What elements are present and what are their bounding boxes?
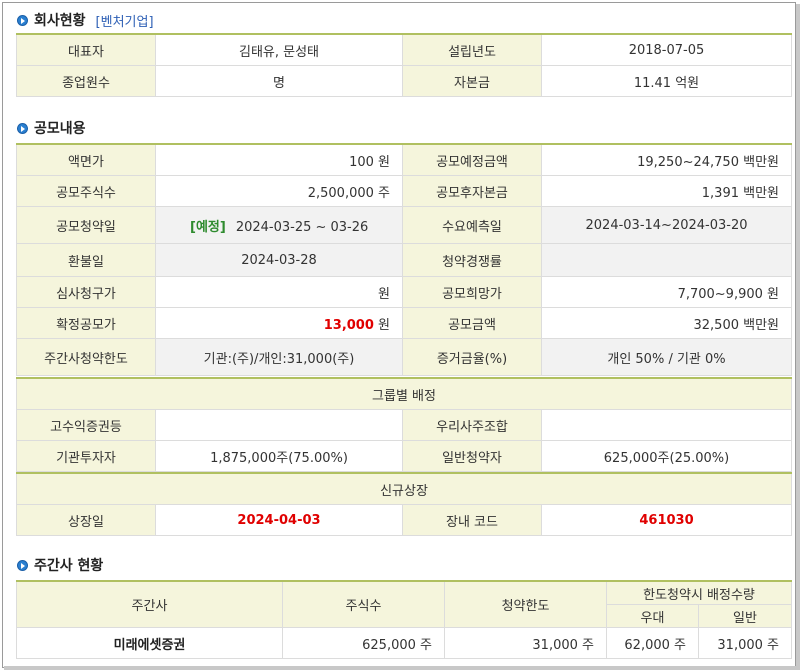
listing-date-value: 2024-04-03 — [155, 504, 403, 536]
retail-value: 625,000주(25.00%) — [541, 440, 792, 472]
subscription-date-value: [예정] 2024-03-25 ~ 03-26 — [155, 206, 403, 244]
amount-value: 32,500 백만원 — [541, 307, 792, 339]
table-row: 심사청구가 원 공모희망가 7,700~9,900 원 — [16, 276, 792, 308]
refund-date-label: 환불일 — [16, 243, 156, 277]
ceo-value: 김태유, 문성태 — [155, 33, 403, 66]
listing-date-label: 상장일 — [16, 504, 156, 536]
founded-label: 설립년도 — [402, 33, 542, 66]
retail-label: 일반청약자 — [402, 440, 542, 472]
employees-label: 종업원수 — [16, 65, 156, 97]
stock-code-value: 461030 — [540, 504, 793, 536]
planned-amount-label: 공모예정금액 — [402, 143, 542, 176]
underwriter-general: 31,000 주 — [698, 627, 792, 659]
scheduled-tag: [예정] — [190, 219, 226, 235]
underwriter-preferred: 62,000 주 — [606, 627, 699, 659]
capital-label: 자본금 — [402, 65, 542, 97]
frame-shadow — [796, 4, 800, 670]
table-row: 주간사청약한도 기관:(주)/개인:31,000(주) 증거금율(%) 개인 5… — [16, 338, 792, 376]
bullet-icon — [17, 14, 28, 26]
group-allocation-table: 그룹별 배정 고수익증권등 우리사주조합 기관투자자 1,875,000주(75… — [16, 377, 792, 472]
competition-value — [541, 243, 792, 277]
institution-value: 1,875,000주(75.00%) — [155, 440, 403, 472]
col-allocation: 한도청약시 배정수량 — [606, 580, 792, 605]
underwriter-table: 주간사 주식수 청약한도 한도청약시 배정수량 우대 일반 미래에셋증권 625… — [16, 580, 792, 659]
listing-title: 신규상장 — [15, 472, 793, 505]
col-limit: 청약한도 — [444, 580, 607, 628]
table-row: 주간사 주식수 청약한도 한도청약시 배정수량 — [16, 580, 792, 628]
stock-code-label: 장내 코드 — [402, 504, 542, 536]
subscription-date-label: 공모청약일 — [16, 206, 156, 244]
esop-value — [541, 409, 792, 441]
capital-value: 11.41 억원 — [541, 65, 792, 97]
table-row: 환불일 2024-03-28 청약경쟁률 — [16, 243, 792, 277]
margin-value: 개인 50% / 기관 0% — [541, 338, 792, 376]
limit-label: 주간사청약한도 — [16, 338, 156, 376]
final-price-label: 확정공모가 — [16, 307, 156, 339]
table-row: 액면가 100 원 공모예정금액 19,250~24,750 백만원 — [16, 143, 792, 176]
hope-price-label: 공모희망가 — [402, 276, 542, 308]
table-row: 공모청약일 [예정] 2024-03-25 ~ 03-26 수요예측일 2024-… — [16, 206, 792, 244]
institution-label: 기관투자자 — [16, 440, 156, 472]
frame-shadow — [4, 666, 800, 670]
esop-label: 우리사주조합 — [402, 409, 542, 441]
table-row: 종업원수 명 자본금 11.41 억원 — [16, 65, 792, 97]
high-yield-value — [155, 409, 403, 441]
shares-value: 2,500,000 주 — [155, 175, 403, 207]
competition-label: 청약경쟁률 — [402, 243, 542, 277]
offering-table: 액면가 100 원 공모예정금액 19,250~24,750 백만원 공모주식수… — [16, 143, 792, 376]
company-table: 대표자 김태유, 문성태 설립년도 2018-07-05 종업원수 명 자본금 … — [16, 33, 792, 97]
underwriter-section-title: 주간사 현황 — [17, 555, 103, 575]
employees-value: 명 — [155, 65, 403, 97]
high-yield-label: 고수익증권등 — [16, 409, 156, 441]
table-row: 고수익증권등 우리사주조합 — [16, 409, 792, 441]
refund-date-value: 2024-03-28 — [155, 243, 403, 277]
bullet-icon — [17, 559, 28, 571]
col-underwriter: 주간사 — [16, 580, 283, 628]
final-price-value: 13,000 원 — [155, 307, 403, 339]
review-price-label: 심사청구가 — [16, 276, 156, 308]
hope-price-value: 7,700~9,900 원 — [541, 276, 792, 308]
post-capital-label: 공모후자본금 — [402, 175, 542, 207]
table-row: 공모주식수 2,500,000 주 공모후자본금 1,391 백만원 — [16, 175, 792, 207]
underwriter-limit: 31,000 주 — [444, 627, 607, 659]
limit-value: 기관:(주)/개인:31,000(주) — [155, 338, 403, 376]
planned-amount: 19,250~24,750 백만원 — [541, 143, 792, 176]
face-value-label: 액면가 — [16, 143, 156, 176]
table-row: 기관투자자 1,875,000주(75.00%) 일반청약자 625,000주(… — [16, 440, 792, 472]
demand-date-label: 수요예측일 — [402, 206, 542, 244]
face-value: 100 원 — [155, 143, 403, 176]
table-row: 신규상장 — [15, 472, 793, 505]
bullet-icon — [17, 122, 28, 134]
col-general: 일반 — [698, 604, 792, 628]
offering-section-title: 공모내용 — [17, 118, 86, 138]
group-allocation-title: 그룹별 배정 — [16, 377, 792, 410]
ipo-info-panel: 회사현황 [벤처기업] 대표자 김태유, 문성태 설립년도 2018-07-05… — [2, 2, 796, 668]
margin-label: 증거금율(%) — [402, 338, 542, 376]
review-price-value: 원 — [155, 276, 403, 308]
post-capital-value: 1,391 백만원 — [541, 175, 792, 207]
table-row: 그룹별 배정 — [16, 377, 792, 410]
company-section-title: 회사현황 [벤처기업] — [17, 10, 154, 30]
amount-label: 공모금액 — [402, 307, 542, 339]
founded-value: 2018-07-05 — [541, 33, 792, 66]
listing-table: 신규상장 상장일 2024-04-03 장내 코드 461030 — [15, 472, 793, 536]
underwriter-name: 미래에셋증권 — [16, 627, 283, 659]
underwriter-shares: 625,000 주 — [282, 627, 445, 659]
col-preferred: 우대 — [606, 604, 699, 628]
col-shares: 주식수 — [282, 580, 445, 628]
demand-date-value: 2024-03-14~2024-03-20 — [541, 206, 792, 244]
table-row: 미래에셋증권 625,000 주 31,000 주 62,000 주 31,00… — [16, 627, 792, 659]
table-row: 대표자 김태유, 문성태 설립년도 2018-07-05 — [16, 33, 792, 66]
venture-tag: [벤처기업] — [95, 14, 154, 30]
ceo-label: 대표자 — [16, 33, 156, 66]
table-row: 상장일 2024-04-03 장내 코드 461030 — [16, 504, 793, 536]
table-row: 확정공모가 13,000 원 공모금액 32,500 백만원 — [16, 307, 792, 339]
shares-label: 공모주식수 — [16, 175, 156, 207]
